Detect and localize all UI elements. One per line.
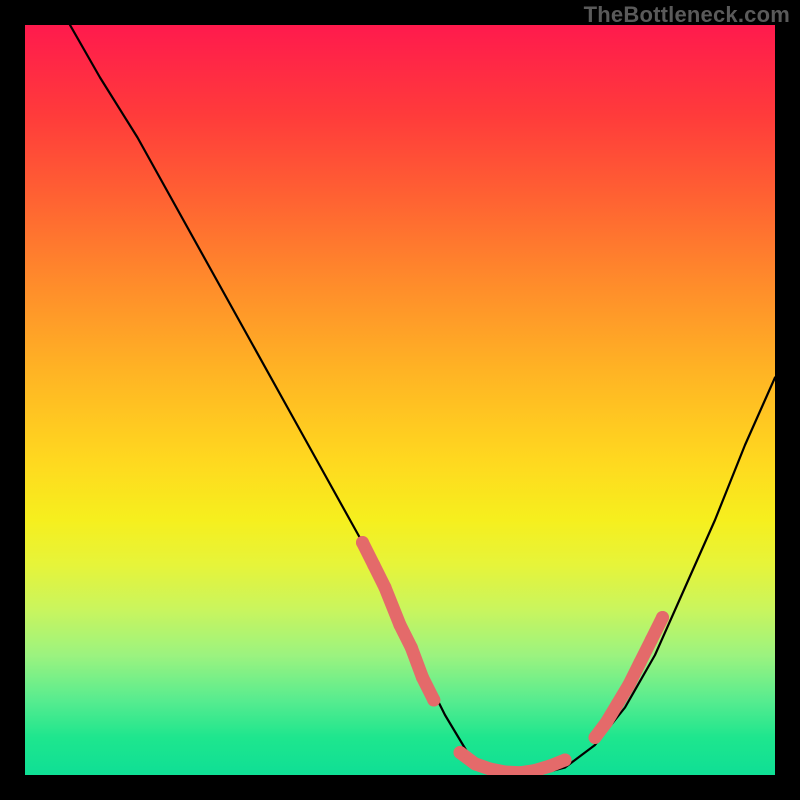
valley-marker-right-cap	[589, 731, 602, 744]
valley-marker-right-cap	[656, 611, 669, 624]
chart-frame: TheBottleneck.com	[0, 0, 800, 800]
chart-svg	[25, 25, 775, 775]
marker-layer	[356, 536, 669, 773]
watermark-text: TheBottleneck.com	[584, 2, 790, 28]
valley-marker-left-cap	[427, 694, 440, 707]
valley-marker-left-cap	[356, 536, 369, 549]
valley-marker-bottom-cap	[559, 754, 572, 767]
valley-marker-bottom-cap	[454, 746, 467, 759]
plot-area	[25, 25, 775, 775]
